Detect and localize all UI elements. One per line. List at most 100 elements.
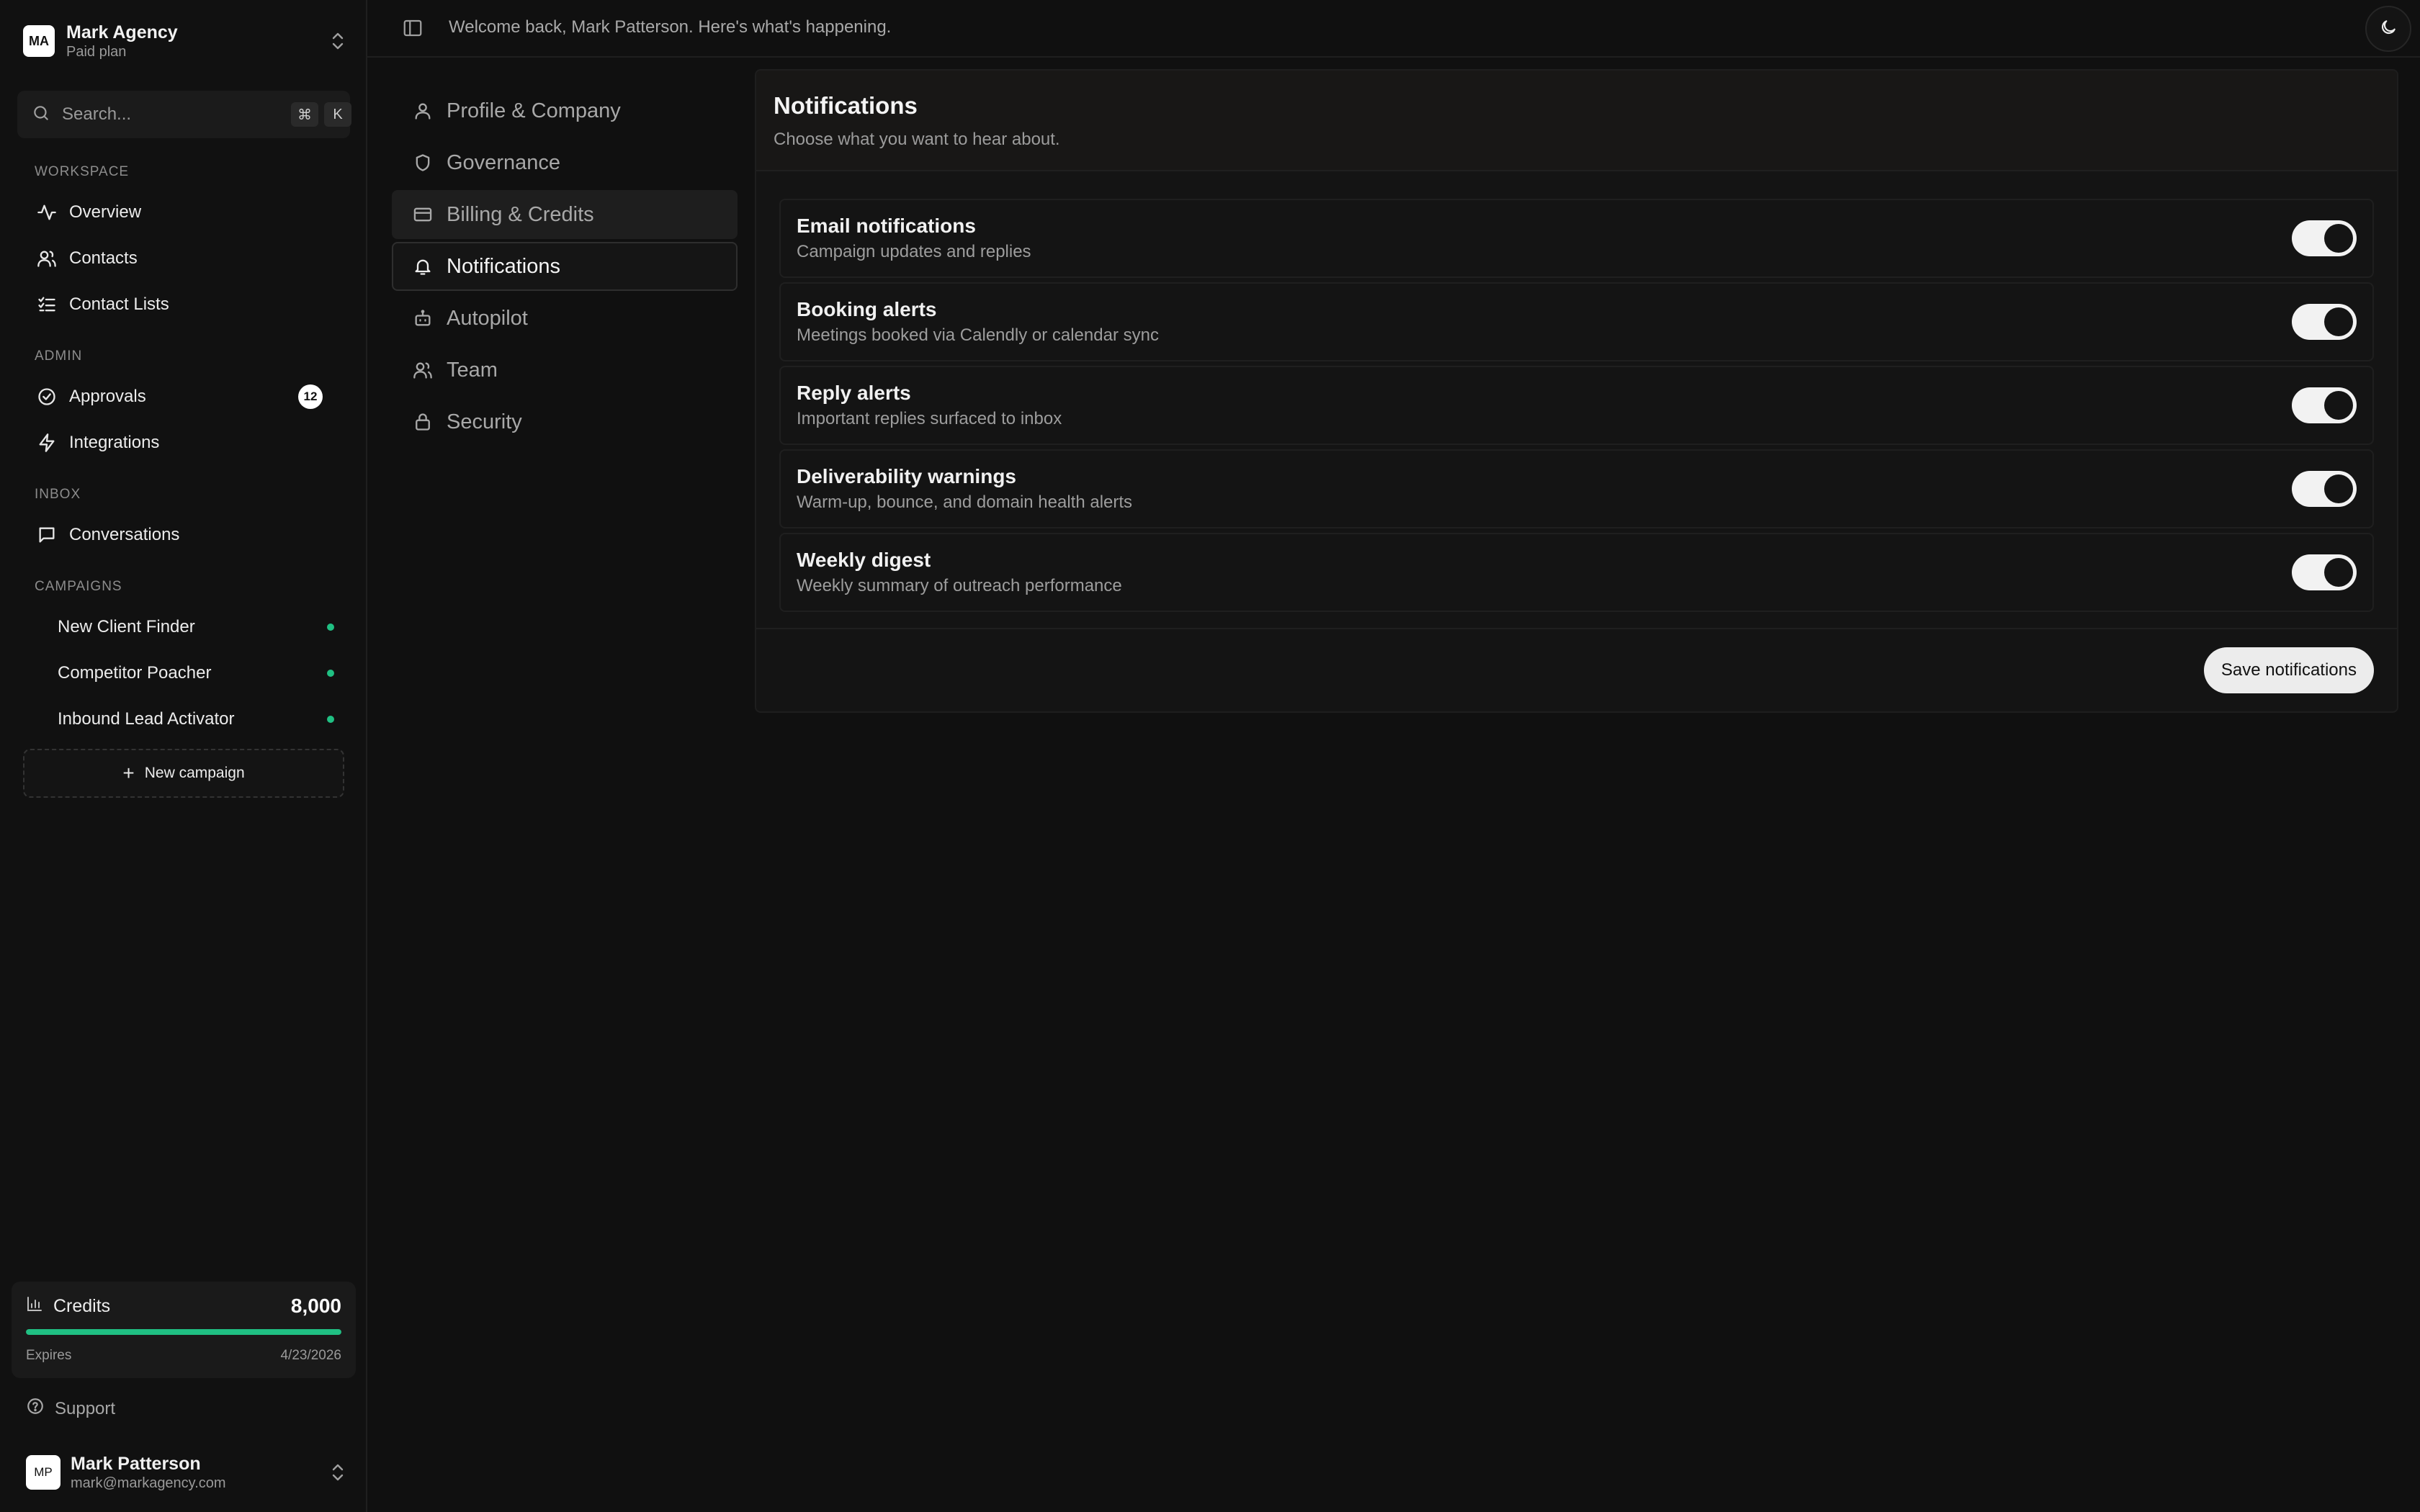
user-name: Mark Patterson bbox=[71, 1454, 201, 1474]
bell-icon bbox=[412, 256, 434, 277]
org-logo: MA bbox=[23, 25, 55, 57]
moon-icon bbox=[2379, 18, 2398, 40]
settings-tab-label: Profile & Company bbox=[447, 99, 621, 122]
campaign-status-dot bbox=[327, 716, 334, 723]
sidebar-item-label: Overview bbox=[69, 202, 142, 222]
settings-tab-autopilot[interactable]: Autopilot bbox=[392, 294, 738, 343]
new-campaign-button[interactable]: + New campaign bbox=[23, 749, 344, 798]
weekly-digest-toggle[interactable] bbox=[2292, 554, 2357, 590]
sidebar-item-conversations[interactable]: Conversations bbox=[23, 514, 344, 556]
topbar: Welcome back, Mark Patterson. Here's wha… bbox=[367, 0, 2420, 58]
theme-toggle-button[interactable] bbox=[2365, 6, 2411, 52]
user-icon bbox=[412, 100, 434, 122]
users-icon bbox=[412, 359, 434, 381]
campaign-item-new-client-finder[interactable]: New Client Finder bbox=[35, 606, 344, 648]
check-circle-icon bbox=[36, 386, 58, 408]
notification-title: Deliverability warnings bbox=[797, 465, 1016, 487]
campaign-label: Competitor Poacher bbox=[58, 663, 212, 683]
save-notifications-button[interactable]: Save notifications bbox=[2203, 647, 2374, 693]
settings-tab-security[interactable]: Security bbox=[392, 397, 738, 446]
users-icon bbox=[36, 248, 58, 269]
settings-tab-team[interactable]: Team bbox=[392, 346, 738, 395]
credits-expires-date: 4/23/2026 bbox=[280, 1348, 341, 1363]
bar-chart-icon bbox=[26, 1295, 43, 1318]
notification-description: Important replies surfaced to inbox bbox=[797, 409, 1062, 428]
campaign-item-competitor-poacher[interactable]: Competitor Poacher bbox=[35, 652, 344, 694]
settings-tab-billing-credits[interactable]: Billing & Credits bbox=[392, 190, 738, 239]
sidebar-item-approvals[interactable]: Approvals 12 bbox=[23, 376, 344, 418]
settings-tab-label: Governance bbox=[447, 150, 560, 174]
credits-expires-label: Expires bbox=[26, 1348, 72, 1363]
section-label-inbox: INBOX bbox=[35, 487, 81, 502]
settings-tab-notifications[interactable]: Notifications bbox=[392, 242, 738, 291]
campaign-item-inbound-lead-activator[interactable]: Inbound Lead Activator bbox=[35, 698, 344, 740]
lock-icon bbox=[412, 411, 434, 433]
chevrons-up-down-icon bbox=[328, 1460, 347, 1485]
user-email: mark@markagency.com bbox=[71, 1475, 226, 1491]
plus-icon: + bbox=[122, 762, 135, 784]
sidebar-item-label: Approvals bbox=[69, 387, 146, 406]
notification-row-weekly-digest: Weekly digest Weekly summary of outreach… bbox=[779, 533, 2374, 612]
org-name: Mark Agency bbox=[66, 22, 178, 42]
user-menu[interactable]: MP Mark Patterson mark@markagency.com bbox=[26, 1450, 347, 1495]
reply-alerts-toggle[interactable] bbox=[2292, 387, 2357, 423]
search-icon bbox=[32, 104, 50, 126]
shortcut-k-key: K bbox=[324, 102, 351, 127]
campaign-status-dot bbox=[327, 624, 334, 631]
toggle-knob bbox=[2324, 307, 2353, 336]
page-title: Notifications bbox=[774, 92, 918, 119]
main-area: Welcome back, Mark Patterson. Here's wha… bbox=[367, 0, 2420, 1512]
new-campaign-label: New campaign bbox=[144, 765, 245, 781]
settings-nav: Profile & Company Governance Billing & C… bbox=[392, 86, 738, 449]
toggle-knob bbox=[2324, 558, 2353, 587]
email-notifications-toggle[interactable] bbox=[2292, 220, 2357, 256]
settings-tab-label: Notifications bbox=[447, 254, 560, 278]
section-label-workspace: WORKSPACE bbox=[35, 164, 130, 179]
campaign-label: New Client Finder bbox=[58, 617, 195, 636]
campaign-status-dot bbox=[327, 670, 334, 677]
page-subtitle: Choose what you want to hear about. bbox=[774, 130, 1060, 149]
notification-description: Campaign updates and replies bbox=[797, 242, 1031, 261]
campaign-label: Inbound Lead Activator bbox=[58, 709, 235, 729]
sidebar-toggle-icon[interactable] bbox=[402, 17, 425, 40]
chevrons-up-down-icon bbox=[328, 29, 347, 53]
support-link[interactable]: Support bbox=[26, 1397, 115, 1421]
credits-card: Credits 8,000 Expires 4/23/2026 bbox=[12, 1282, 356, 1378]
settings-tab-label: Autopilot bbox=[447, 306, 528, 330]
settings-tab-governance[interactable]: Governance bbox=[392, 138, 738, 187]
notification-row-booking: Booking alerts Meetings booked via Calen… bbox=[779, 282, 2374, 361]
notification-title: Weekly digest bbox=[797, 549, 931, 571]
org-switcher[interactable]: MA Mark Agency Paid plan bbox=[23, 19, 347, 63]
card-footer: Save notifications bbox=[756, 628, 2397, 711]
notification-row-deliverability: Deliverability warnings Warm-up, bounce,… bbox=[779, 449, 2374, 528]
message-square-icon bbox=[36, 524, 58, 546]
section-label-admin: ADMIN bbox=[35, 348, 83, 364]
shortcut-mod-key: ⌘ bbox=[291, 102, 318, 127]
sidebar-item-contacts[interactable]: Contacts bbox=[23, 238, 344, 279]
credits-progress-fill bbox=[26, 1329, 341, 1335]
credits-value: 8,000 bbox=[290, 1295, 341, 1317]
org-plan: Paid plan bbox=[66, 44, 127, 60]
credit-card-icon bbox=[412, 204, 434, 225]
avatar: MP bbox=[26, 1455, 60, 1490]
deliverability-warnings-toggle[interactable] bbox=[2292, 471, 2357, 507]
sidebar-item-overview[interactable]: Overview bbox=[23, 192, 344, 233]
notification-row-email: Email notifications Campaign updates and… bbox=[779, 199, 2374, 278]
toggle-knob bbox=[2324, 391, 2353, 420]
sidebar-item-label: Integrations bbox=[69, 433, 160, 452]
settings-tab-label: Team bbox=[447, 358, 498, 382]
help-circle-icon bbox=[26, 1397, 45, 1421]
list-check-icon bbox=[36, 294, 58, 315]
search-box: ⌘ K bbox=[17, 91, 351, 138]
settings-tab-profile-company[interactable]: Profile & Company bbox=[392, 86, 738, 135]
bot-icon bbox=[412, 307, 434, 329]
sidebar-item-integrations[interactable]: Integrations bbox=[23, 422, 344, 464]
search-input[interactable] bbox=[62, 104, 285, 125]
booking-alerts-toggle[interactable] bbox=[2292, 304, 2357, 340]
sidebar-item-label: Conversations bbox=[69, 525, 180, 544]
sidebar-item-contact-lists[interactable]: Contact Lists bbox=[23, 284, 344, 325]
activity-icon bbox=[36, 202, 58, 223]
sidebar: MA Mark Agency Paid plan ⌘ K WORKSPACE O… bbox=[0, 0, 367, 1512]
toggle-knob bbox=[2324, 474, 2353, 503]
approvals-count-badge: 12 bbox=[298, 384, 323, 409]
